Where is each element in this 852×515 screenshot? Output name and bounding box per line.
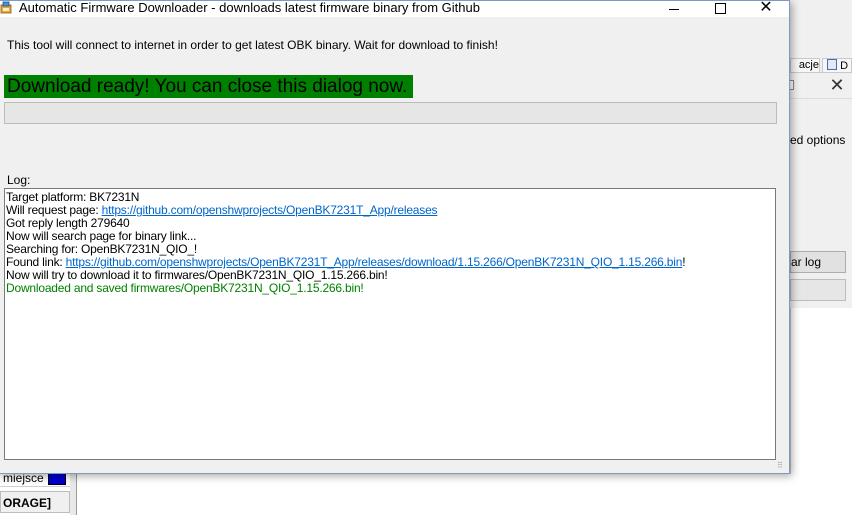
log-text: Downloaded and saved firmwares/OpenBK723… [6, 281, 364, 295]
log-text: Will request page: [6, 203, 102, 217]
resize-grip[interactable]: ⠿ [777, 461, 787, 471]
background-tab-d[interactable]: D [822, 58, 852, 72]
title-bar[interactable]: Automatic Firmware Downloader - download… [0, 0, 789, 19]
background-tab-label: acje [798, 59, 819, 71]
status-banner: Download ready! You can close this dialo… [4, 75, 414, 98]
firmware-binary-link[interactable]: https://github.com/openshwprojects/OpenB… [66, 255, 683, 269]
log-label: Log: [7, 173, 31, 187]
log-text: ! [682, 255, 686, 269]
log-text: Got reply length 279640 [6, 216, 130, 230]
minimize-icon [669, 9, 679, 10]
background-content-panel[interactable] [76, 474, 852, 515]
tab-strip-divider [790, 72, 852, 73]
background-tab-acje[interactable]: acje [790, 58, 820, 72]
clear-log-button[interactable]: ar log [790, 251, 846, 273]
log-text: Searching for: OpenBK7231N_QIO_! [6, 242, 198, 256]
list-scrollbar[interactable] [70, 470, 76, 515]
firmware-downloader-dialog: Automatic Firmware Downloader - download… [0, 0, 790, 474]
info-text: This tool will connect to internet in or… [7, 38, 498, 52]
divider [790, 98, 852, 99]
close-button[interactable]: ✕ [743, 0, 789, 19]
minimize-button[interactable] [651, 0, 697, 19]
log-text: Now will search page for binary link... [6, 229, 197, 243]
log-textbox[interactable]: Target platform: BK7231N Will request pa… [4, 188, 776, 460]
log-text: Now will try to download it to firmwares… [6, 268, 388, 282]
close-icon: ✕ [759, 0, 773, 16]
download-progress-bar [4, 102, 777, 124]
list-item-storage[interactable]: ORAGE] [0, 491, 70, 513]
background-tab-label: D [840, 60, 849, 72]
advanced-options-label: ed options [790, 133, 846, 147]
background-progress-bar [790, 279, 846, 301]
app-icon [0, 1, 12, 14]
log-text: Found link: [6, 255, 66, 269]
log-text: Target platform: BK7231N [6, 190, 140, 204]
maximize-button[interactable] [697, 0, 743, 19]
maximize-icon [714, 3, 726, 14]
window-title: Automatic Firmware Downloader - download… [19, 0, 480, 15]
releases-link[interactable]: https://github.com/openshwprojects/OpenB… [102, 203, 438, 217]
log-line-success: Downloaded and saved firmwares/OpenBK723… [6, 282, 775, 295]
close-icon[interactable]: ✕ [826, 74, 848, 96]
document-icon [827, 59, 837, 70]
